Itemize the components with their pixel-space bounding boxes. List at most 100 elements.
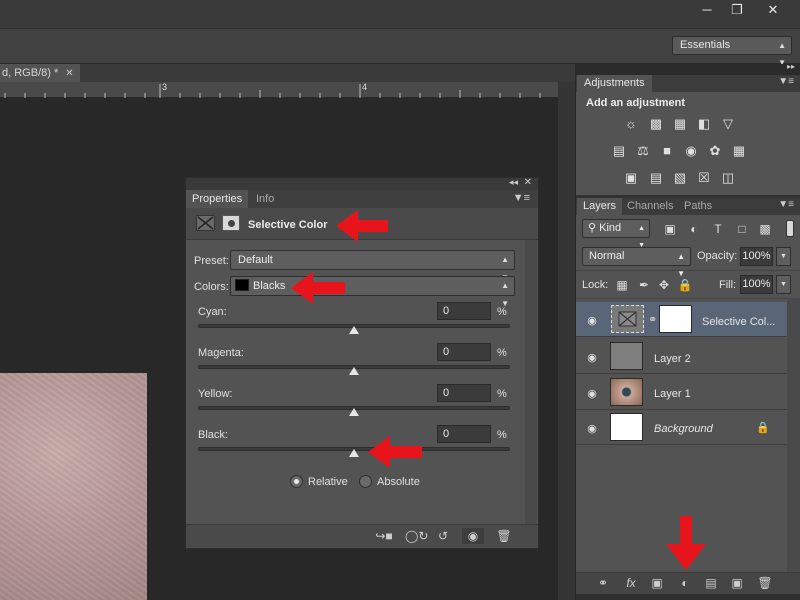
document-tab[interactable]: d, RGB/8) * ✕ <box>0 64 80 82</box>
selective-color-adj-icon[interactable]: ☒ <box>695 170 713 186</box>
view-previous-icon[interactable]: ◯↻ <box>405 528 428 544</box>
restore-icon[interactable]: ❐ <box>722 0 752 20</box>
vibrance-icon[interactable]: ▽ <box>719 116 737 132</box>
filter-adjustment-icon[interactable]: ◐ <box>686 221 702 237</box>
color-lookup-icon[interactable]: ▦ <box>730 143 748 159</box>
workspace-select-label: Essentials <box>680 39 731 51</box>
vertical-scrollbar[interactable] <box>558 82 575 600</box>
absolute-radio[interactable] <box>359 475 372 488</box>
panel-menu-icon[interactable]: ▼≡ <box>513 192 530 204</box>
brightness-contrast-icon[interactable]: ☼ <box>622 116 640 132</box>
expand-dock-icon[interactable]: ▸▸ <box>787 62 795 71</box>
relative-label: Relative <box>308 476 348 488</box>
panel-menu-icon[interactable]: ▼≡ <box>778 76 794 87</box>
filter-toggle[interactable] <box>786 220 794 237</box>
black-slider-thumb[interactable] <box>349 449 359 457</box>
tab-layers[interactable]: Layers <box>577 198 623 215</box>
photo-filter-icon[interactable]: ◉ <box>682 143 700 159</box>
visibility-eye-icon[interactable]: ◉ <box>584 388 600 400</box>
close-icon[interactable]: ✕ <box>758 0 788 20</box>
trash-icon[interactable]: 🗑 <box>493 528 515 544</box>
layers-scrollbar[interactable] <box>787 298 800 572</box>
layer-thumbnail[interactable] <box>610 378 643 406</box>
color-balance-icon[interactable]: ⚖ <box>634 143 652 159</box>
ruler-number: 4 <box>362 82 368 92</box>
tab-adjustments[interactable]: Adjustments <box>577 75 652 92</box>
horizontal-ruler <box>0 82 558 98</box>
exposure-icon[interactable]: ◧ <box>695 116 713 132</box>
curves-icon[interactable]: ▦ <box>671 116 689 132</box>
panel-menu-icon[interactable]: ▼≡ <box>778 199 794 210</box>
magenta-slider-thumb[interactable] <box>349 367 359 375</box>
layer-thumbnail[interactable] <box>610 413 643 441</box>
visibility-eye-icon[interactable]: ◉ <box>584 352 600 364</box>
magenta-value-input[interactable]: 0 <box>437 343 491 361</box>
filter-shape-icon[interactable]: □ <box>734 221 750 237</box>
fill-label: Fill: <box>719 279 737 291</box>
visibility-eye-icon[interactable]: ◉ <box>584 423 600 435</box>
new-group-icon[interactable]: ▤ <box>700 575 722 591</box>
mask-thumbnail[interactable] <box>659 305 692 333</box>
selective-color-icon[interactable] <box>196 215 215 231</box>
trash-icon[interactable]: 🗑 <box>754 575 776 591</box>
fx-icon[interactable]: fx <box>620 575 642 591</box>
adjustment-layer-thumbnail[interactable] <box>611 305 644 333</box>
tab-channels[interactable]: Channels <box>621 198 679 215</box>
filter-type-icon[interactable]: T <box>710 221 726 237</box>
lock-brush-icon[interactable]: ✒ <box>636 277 652 293</box>
add-mask-icon[interactable]: ▣ <box>646 575 668 591</box>
annotation-arrow-adjustment <box>666 516 706 570</box>
yellow-value-input[interactable]: 0 <box>437 384 491 402</box>
channel-mixer-icon[interactable]: ✿ <box>706 143 724 159</box>
new-adjustment-layer-icon[interactable]: ◐ <box>674 575 696 591</box>
relative-radio[interactable] <box>290 475 303 488</box>
visibility-eye-icon[interactable]: ◉ <box>462 528 484 544</box>
filter-pixel-icon[interactable]: ▣ <box>662 221 678 237</box>
blend-mode-select[interactable]: Normal ▲ ▼ <box>582 247 691 278</box>
preset-dropdown[interactable]: Default ▲▼ <box>230 250 515 282</box>
colors-label: Colors: <box>194 281 229 293</box>
tab-properties[interactable]: Properties <box>186 190 249 208</box>
filter-kind-label: Kind <box>599 222 622 234</box>
panel-scrollbar[interactable] <box>525 240 537 524</box>
tab-paths[interactable]: Paths <box>678 198 718 215</box>
chain-link-icon[interactable]: ⚭ <box>648 313 657 326</box>
selective-color-glyph <box>618 311 637 327</box>
opacity-dropdown-icon[interactable]: ▼ <box>776 247 791 266</box>
visibility-eye-icon[interactable]: ◉ <box>584 315 600 327</box>
posterize-icon[interactable]: ▤ <box>647 170 665 186</box>
black-value-input[interactable]: 0 <box>437 425 491 443</box>
percent-label: % <box>497 347 507 359</box>
lock-position-icon[interactable]: ✥ <box>656 277 672 293</box>
lock-transparent-icon[interactable]: ▦ <box>614 277 630 293</box>
filter-kind-select[interactable]: ⚲ Kind ▲ ▼ <box>582 219 650 249</box>
workspace-select[interactable]: Essentials ▲ ▼ <box>672 36 792 67</box>
panel-header-strip[interactable]: ◂◂ ✕ <box>186 177 538 190</box>
new-layer-icon[interactable]: ▣ <box>726 575 748 591</box>
cyan-slider-thumb[interactable] <box>349 326 359 334</box>
collapse-icon[interactable]: ◂◂ <box>509 177 518 188</box>
hue-saturation-icon[interactable]: ▤ <box>610 143 628 159</box>
close-panel-icon[interactable]: ✕ <box>524 177 532 188</box>
threshold-icon[interactable]: ▧ <box>671 170 689 186</box>
tab-info[interactable]: Info <box>250 190 280 208</box>
link-layers-icon[interactable]: ⚭ <box>592 575 614 591</box>
close-tab-icon[interactable]: ✕ <box>65 68 73 79</box>
colors-dropdown[interactable]: Blacks ▲ ▼ <box>230 276 515 308</box>
minimize-icon[interactable]: ─ <box>692 0 722 20</box>
filter-smart-object-icon[interactable]: ▩ <box>757 221 773 237</box>
cyan-value-input[interactable]: 0 <box>437 302 491 320</box>
opacity-input[interactable]: 100% <box>740 247 773 266</box>
layer-thumbnail[interactable] <box>610 342 643 370</box>
yellow-slider-thumb[interactable] <box>349 408 359 416</box>
lock-all-icon[interactable]: 🔒 <box>677 277 693 293</box>
levels-icon[interactable]: ▩ <box>647 116 665 132</box>
black-white-icon[interactable]: ■ <box>658 143 676 159</box>
gradient-map-icon[interactable]: ◫ <box>719 170 737 186</box>
layer-mask-icon[interactable] <box>222 215 240 231</box>
fill-dropdown-icon[interactable]: ▼ <box>776 275 791 294</box>
fill-input[interactable]: 100% <box>740 275 773 294</box>
clip-to-layer-icon[interactable]: ↪■ <box>373 528 395 544</box>
reset-icon[interactable]: ↺ <box>432 528 454 544</box>
invert-icon[interactable]: ▣ <box>622 170 640 186</box>
